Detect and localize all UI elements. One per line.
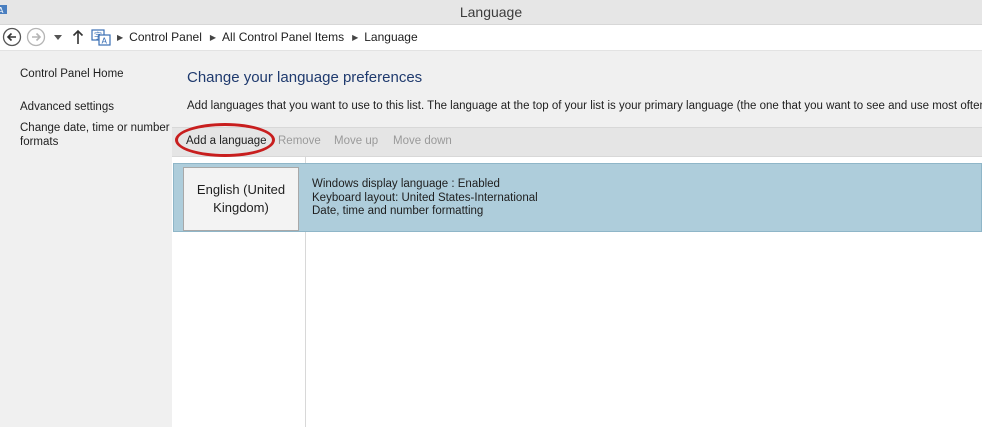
language-toolbar: Add a language Remove Move up Move down bbox=[172, 123, 982, 157]
breadcrumb-all-items[interactable]: All Control Panel Items bbox=[222, 30, 344, 44]
move-up-button[interactable]: Move up bbox=[334, 135, 378, 147]
back-arrow-icon[interactable] bbox=[2, 27, 22, 47]
sidebar-item-change-date-formats[interactable]: Change date, time or number formats bbox=[20, 121, 170, 149]
language-detail-display: Windows display language : Enabled bbox=[312, 178, 500, 190]
title-bar: A Language bbox=[0, 0, 982, 25]
breadcrumb-language[interactable]: Language bbox=[364, 30, 417, 44]
chevron-right-icon[interactable]: ▶ bbox=[352, 33, 358, 42]
svg-text:A: A bbox=[102, 37, 108, 46]
page-title: Change your language preferences bbox=[187, 69, 423, 86]
breadcrumb: 字 A ▶ Control Panel ▶ All Control Panel … bbox=[91, 27, 418, 47]
language-details: Windows display language : Enabled Keybo… bbox=[312, 178, 538, 219]
language-detail-formatting: Date, time and number formatting bbox=[312, 205, 484, 217]
add-language-button[interactable]: Add a language bbox=[186, 135, 267, 147]
window-title: Language bbox=[459, 4, 523, 20]
move-down-button[interactable]: Move down bbox=[393, 135, 452, 147]
language-name-tile[interactable]: English (United Kingdom) bbox=[183, 167, 299, 231]
sidebar-item-advanced-settings[interactable]: Advanced settings bbox=[20, 100, 114, 114]
chevron-right-icon[interactable]: ▶ bbox=[117, 33, 123, 42]
language-window: A Language 字 A ▶ Control Panel ▶ All Con… bbox=[0, 0, 982, 427]
sidebar-item-control-panel-home[interactable]: Control Panel Home bbox=[20, 67, 124, 81]
breadcrumb-control-panel[interactable]: Control Panel bbox=[129, 30, 202, 44]
language-icon: 字 A bbox=[91, 29, 111, 46]
language-list: English (United Kingdom) Windows display… bbox=[172, 157, 982, 427]
up-arrow-icon[interactable] bbox=[70, 27, 86, 47]
main-content: Change your language preferences Add lan… bbox=[172, 51, 982, 427]
chevron-right-icon[interactable]: ▶ bbox=[210, 33, 216, 42]
recent-dropdown-icon[interactable] bbox=[52, 27, 64, 47]
language-row[interactable]: English (United Kingdom) Windows display… bbox=[173, 163, 982, 232]
language-detail-keyboard: Keyboard layout: United States-Internati… bbox=[312, 191, 538, 204]
page-description: Add languages that you want to use to th… bbox=[187, 100, 982, 112]
address-bar: 字 A ▶ Control Panel ▶ All Control Panel … bbox=[0, 25, 982, 51]
forward-arrow-icon[interactable] bbox=[26, 27, 46, 47]
remove-button[interactable]: Remove bbox=[278, 135, 321, 147]
sidebar: Control Panel Home Advanced settings Cha… bbox=[0, 51, 172, 427]
